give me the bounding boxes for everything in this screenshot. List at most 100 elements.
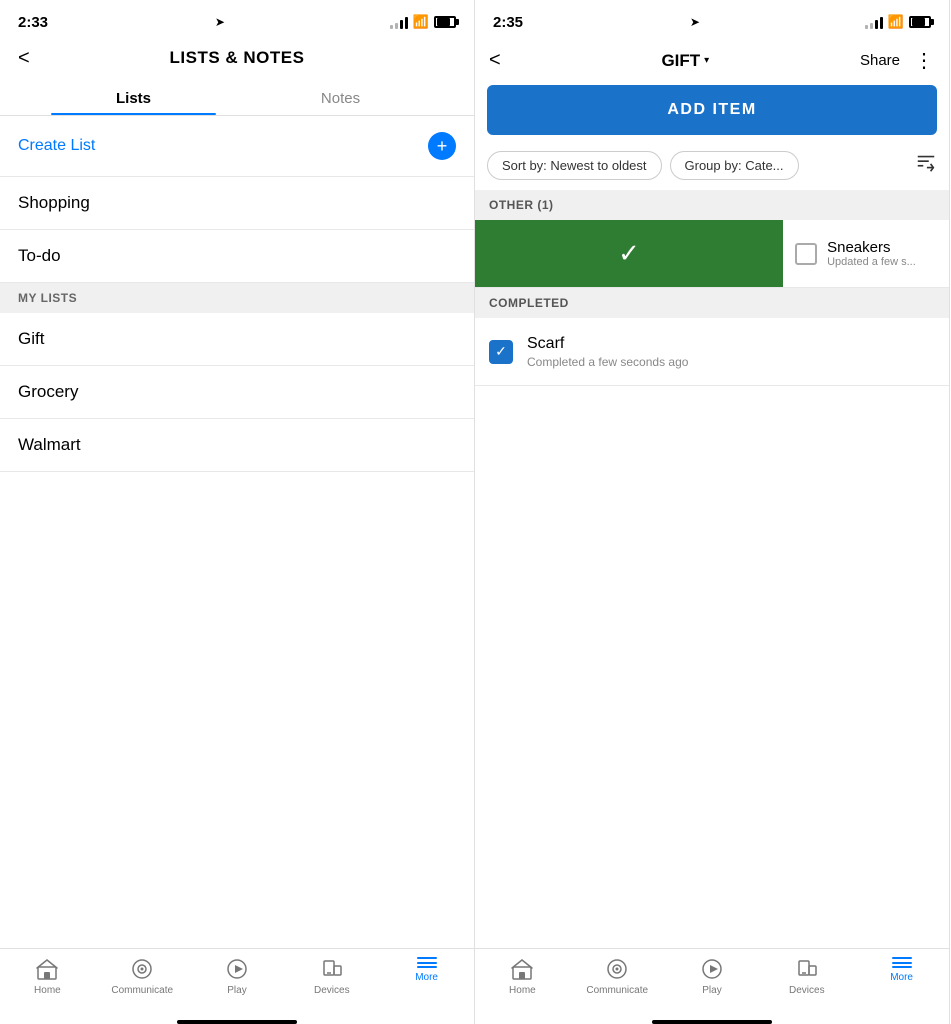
nav-communicate-left[interactable]: Communicate bbox=[95, 957, 190, 996]
status-time-left: 2:33 bbox=[18, 14, 48, 31]
nav-play-label-right: Play bbox=[702, 985, 721, 996]
nav-more-label-right: More bbox=[890, 972, 913, 983]
list-section-items: Shopping To-do MY LISTS Gift Grocery Wal… bbox=[0, 177, 474, 948]
group-filter-chip[interactable]: Group by: Cate... bbox=[670, 151, 799, 180]
wifi-icon-left: 📶 bbox=[413, 14, 429, 30]
more-menu-button[interactable]: ⋮ bbox=[914, 48, 935, 73]
battery-icon-left bbox=[434, 16, 456, 28]
signal-bar-2 bbox=[395, 23, 398, 29]
header-title-group: GIFT ▾ bbox=[511, 51, 860, 71]
swipe-check-icon: ✓ bbox=[618, 238, 640, 269]
status-time-right: 2:35 bbox=[493, 14, 523, 31]
status-bar-right: 2:35 ➤ 📶 bbox=[475, 0, 949, 40]
tabs-row-left: Lists Notes bbox=[0, 80, 474, 116]
home-bar-right bbox=[652, 1020, 772, 1024]
list-item-todo[interactable]: To-do bbox=[0, 230, 474, 283]
left-phone-panel: 2:33 ➤ 📶 < LISTS & NOTES Lists Notes bbox=[0, 0, 475, 1024]
communicate-icon-right bbox=[605, 957, 629, 981]
add-item-button[interactable]: ADD ITEM bbox=[487, 85, 937, 135]
swipe-complete-bg: ✓ bbox=[475, 220, 783, 287]
nav-communicate-label-right: Communicate bbox=[586, 985, 648, 996]
status-bar-left: 2:33 ➤ 📶 bbox=[0, 0, 474, 40]
more-lines-icon-right bbox=[892, 957, 912, 968]
nav-more-label-left: More bbox=[415, 972, 438, 983]
my-lists-section-label: MY LISTS bbox=[0, 283, 474, 313]
scarf-item-row[interactable]: ✓ Scarf Completed a few seconds ago bbox=[475, 318, 949, 386]
home-icon-left bbox=[35, 957, 59, 981]
create-list-text: Create List bbox=[18, 137, 95, 155]
app-header-right: < GIFT ▾ Share ⋮ bbox=[475, 40, 949, 85]
signal-bar-1 bbox=[390, 25, 393, 29]
play-icon-right bbox=[700, 957, 724, 981]
nav-devices-label-right: Devices bbox=[789, 985, 825, 996]
wifi-icon-right: 📶 bbox=[888, 14, 904, 30]
nav-play-label-left: Play bbox=[227, 985, 246, 996]
location-icon-right: ➤ bbox=[690, 15, 700, 29]
nav-devices-left[interactable]: Devices bbox=[284, 957, 379, 996]
sneakers-item-content: Sneakers Updated a few s... bbox=[783, 220, 949, 287]
sneakers-item-row[interactable]: ✓ Sneakers Updated a few s... bbox=[475, 220, 949, 288]
tab-lists[interactable]: Lists bbox=[30, 80, 237, 115]
nav-play-right[interactable]: Play bbox=[665, 957, 760, 996]
dropdown-arrow[interactable]: ▾ bbox=[704, 55, 709, 66]
other-section-header: OTHER (1) bbox=[475, 190, 949, 220]
gift-title: GIFT bbox=[661, 51, 700, 71]
plus-circle-button[interactable]: + bbox=[428, 132, 456, 160]
nav-home-right[interactable]: Home bbox=[475, 957, 570, 996]
share-button[interactable]: Share bbox=[860, 52, 900, 69]
play-icon-left bbox=[225, 957, 249, 981]
completed-section-header: COMPLETED bbox=[475, 288, 949, 318]
location-icon-left: ➤ bbox=[215, 15, 225, 29]
battery-fill-left bbox=[437, 18, 450, 26]
battery-icon-right bbox=[909, 16, 931, 28]
nav-communicate-label-left: Communicate bbox=[111, 985, 173, 996]
sneakers-item-name: Sneakers bbox=[827, 239, 916, 256]
right-phone-panel: 2:35 ➤ 📶 < GIFT ▾ Share ⋮ ADD ITEM bbox=[475, 0, 950, 1024]
list-item-shopping[interactable]: Shopping bbox=[0, 177, 474, 230]
communicate-icon-left bbox=[130, 957, 154, 981]
nav-devices-label-left: Devices bbox=[314, 985, 350, 996]
app-header-left: < LISTS & NOTES bbox=[0, 40, 474, 80]
status-icons-left: 📶 bbox=[390, 14, 456, 30]
tab-notes[interactable]: Notes bbox=[237, 80, 444, 115]
list-item-walmart[interactable]: Walmart bbox=[0, 419, 474, 472]
nav-home-label-left: Home bbox=[34, 985, 61, 996]
scarf-item-meta: Completed a few seconds ago bbox=[527, 355, 939, 369]
bottom-nav-right: Home Communicate Play Devices bbox=[475, 948, 949, 1016]
list-item-gift[interactable]: Gift bbox=[0, 313, 474, 366]
nav-devices-right[interactable]: Devices bbox=[759, 957, 854, 996]
scarf-item-info: Scarf Completed a few seconds ago bbox=[527, 335, 949, 369]
devices-icon-left bbox=[320, 957, 344, 981]
scarf-item-name: Scarf bbox=[527, 335, 939, 353]
nav-more-right[interactable]: More bbox=[854, 957, 949, 996]
nav-home-left[interactable]: Home bbox=[0, 957, 95, 996]
bottom-nav-left: Home Communicate Play Devices bbox=[0, 948, 474, 1016]
signal-bars-right bbox=[865, 15, 883, 29]
sort-filter-chip[interactable]: Sort by: Newest to oldest bbox=[487, 151, 662, 180]
sneakers-item-info: Sneakers Updated a few s... bbox=[827, 239, 916, 268]
back-button-right[interactable]: < bbox=[489, 49, 501, 72]
create-list-row[interactable]: Create List + bbox=[0, 116, 474, 177]
devices-icon-right bbox=[795, 957, 819, 981]
scarf-checkbox[interactable]: ✓ bbox=[489, 340, 513, 364]
more-lines-icon-left bbox=[417, 957, 437, 968]
sneakers-item-meta: Updated a few s... bbox=[827, 256, 916, 268]
status-icons-right: 📶 bbox=[865, 14, 931, 30]
sort-order-icon[interactable] bbox=[915, 152, 937, 179]
nav-play-left[interactable]: Play bbox=[190, 957, 285, 996]
list-item-grocery[interactable]: Grocery bbox=[0, 366, 474, 419]
right-content-spacer bbox=[475, 386, 949, 948]
back-button-left[interactable]: < bbox=[18, 47, 30, 70]
signal-bar-3 bbox=[400, 20, 403, 29]
app-title-left: LISTS & NOTES bbox=[170, 48, 305, 68]
home-icon-right bbox=[510, 957, 534, 981]
sneakers-checkbox[interactable] bbox=[795, 243, 817, 265]
nav-home-label-right: Home bbox=[509, 985, 536, 996]
signal-bar-4 bbox=[405, 17, 408, 29]
filter-row: Sort by: Newest to oldest Group by: Cate… bbox=[475, 145, 949, 190]
home-bar-left bbox=[177, 1020, 297, 1024]
header-actions: Share ⋮ bbox=[860, 48, 935, 73]
signal-bars-left bbox=[390, 15, 408, 29]
nav-communicate-right[interactable]: Communicate bbox=[570, 957, 665, 996]
nav-more-left[interactable]: More bbox=[379, 957, 474, 996]
